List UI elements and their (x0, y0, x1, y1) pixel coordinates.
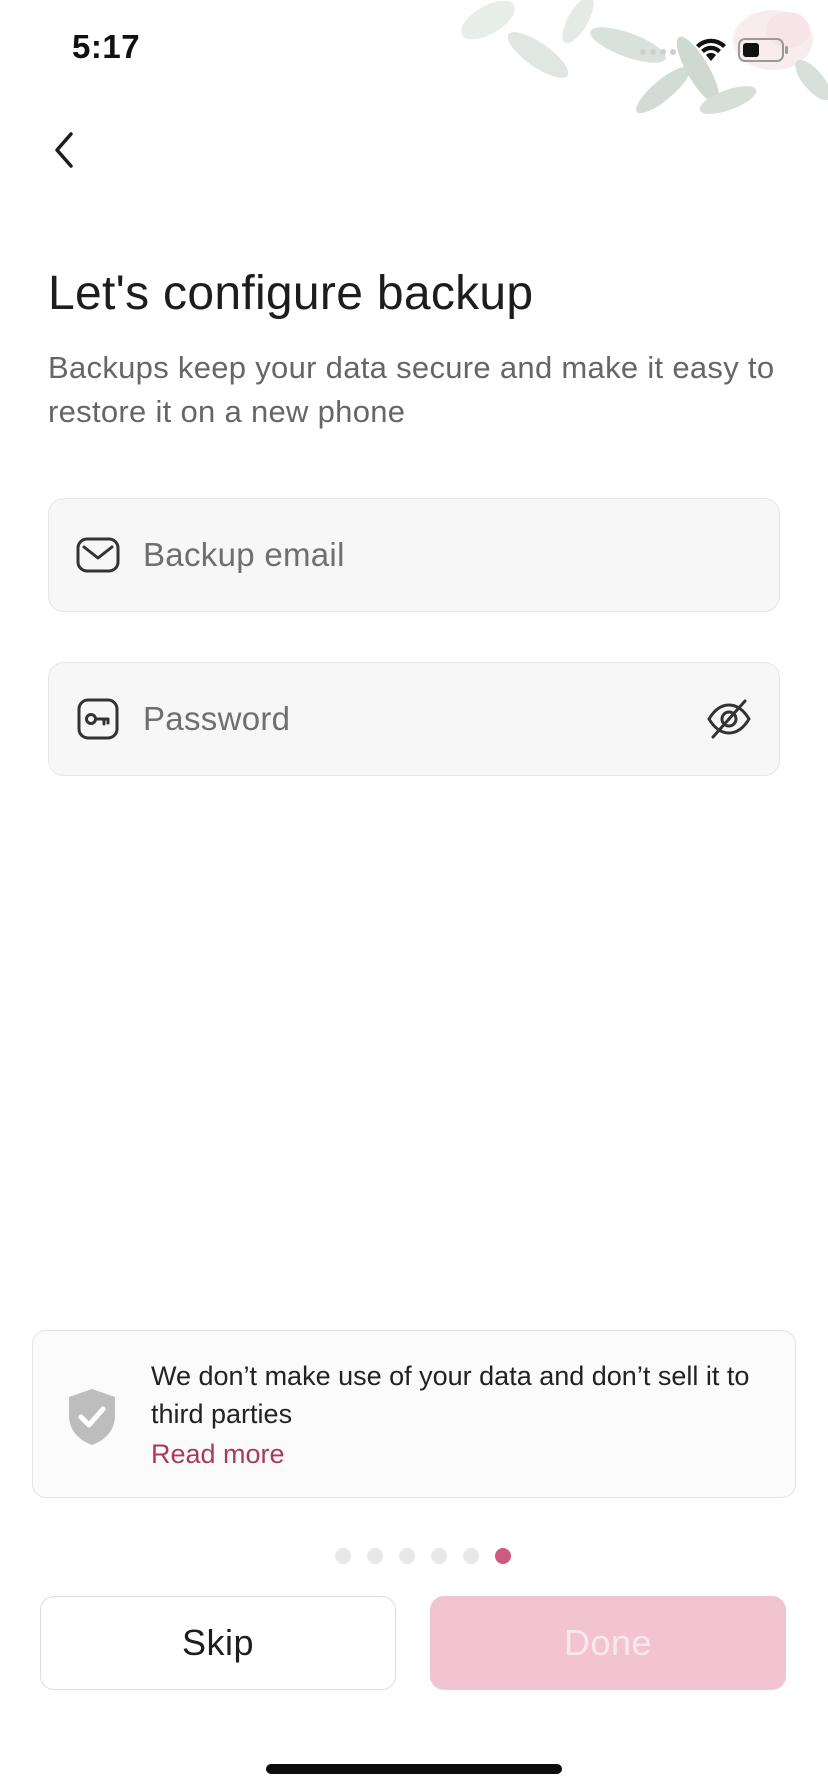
page-dot-active (495, 1548, 511, 1564)
password-placeholder: Password (143, 700, 291, 737)
page-indicator (0, 1546, 828, 1566)
signal-icon (640, 49, 676, 55)
home-indicator (266, 1764, 562, 1774)
password-field[interactable]: Password (48, 662, 780, 776)
privacy-notice-text: We don’t make use of your data and don’t… (151, 1361, 750, 1429)
shield-check-icon (69, 1389, 115, 1445)
page-dot (399, 1548, 415, 1564)
page-dot (367, 1548, 383, 1564)
backup-email-field[interactable]: Backup email (48, 498, 780, 612)
page-subtitle: Backups keep your data secure and make i… (48, 350, 775, 429)
eye-off-icon (707, 699, 751, 739)
page-dot (335, 1548, 351, 1564)
backup-email-placeholder: Backup email (143, 536, 345, 573)
back-button[interactable] (40, 122, 88, 178)
read-more-link[interactable]: Read more (151, 1439, 285, 1470)
page-dot (463, 1548, 479, 1564)
skip-button[interactable]: Skip (40, 1596, 396, 1690)
privacy-notice-card: We don’t make use of your data and don’t… (32, 1330, 796, 1498)
done-button[interactable]: Done (430, 1596, 786, 1690)
envelope-icon (75, 532, 121, 578)
status-time: 5:17 (72, 28, 141, 65)
wifi-icon (696, 38, 726, 61)
page-title: Let's configure backup (48, 267, 534, 320)
chevron-left-icon (55, 132, 73, 168)
status-icons (638, 30, 790, 70)
battery-icon (738, 38, 788, 62)
key-icon (75, 696, 121, 742)
page-dot (431, 1548, 447, 1564)
toggle-password-visibility-button[interactable] (705, 695, 753, 743)
